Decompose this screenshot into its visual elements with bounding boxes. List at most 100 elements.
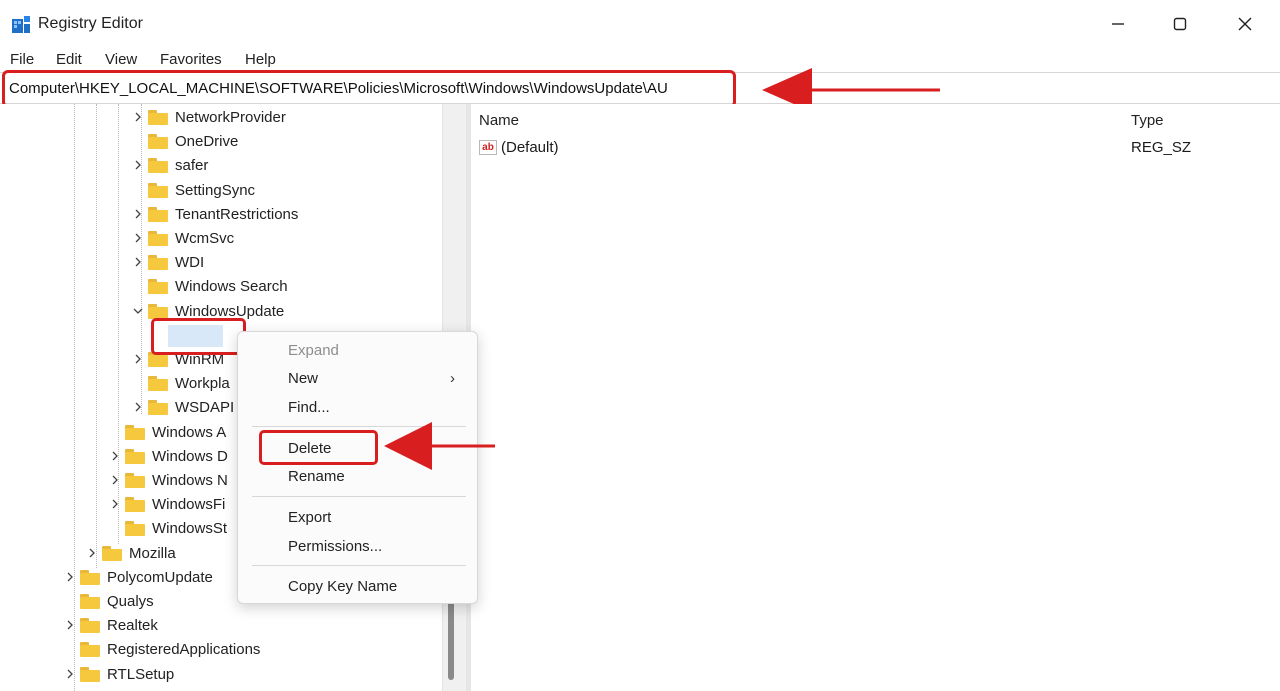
chevron-right-icon[interactable] [133, 112, 143, 122]
minimize-button[interactable] [1106, 12, 1130, 36]
au-key-highlight-annotation [151, 318, 246, 355]
tree-item-label: Mozilla [129, 544, 176, 562]
chevron-right-icon[interactable] [65, 620, 75, 630]
chevron-down-icon[interactable] [133, 306, 143, 316]
menu-item-new[interactable]: New [288, 370, 318, 387]
chevron-right-icon[interactable] [133, 402, 143, 412]
chevron-right-icon[interactable] [110, 499, 120, 509]
tree-item-windows-search[interactable]: Windows Search [148, 274, 288, 298]
tree-item-registeredapplications[interactable]: RegisteredApplications [80, 637, 260, 661]
folder-icon [148, 303, 168, 319]
folder-icon [80, 641, 100, 657]
delete-highlight-annotation [259, 430, 378, 465]
tree-item-label: Windows D [152, 447, 228, 465]
folder-icon [148, 109, 168, 125]
menu-item-find[interactable]: Find... [288, 399, 330, 416]
address-highlight-annotation [2, 70, 736, 108]
chevron-right-icon[interactable] [110, 475, 120, 485]
maximize-button[interactable] [1168, 12, 1192, 36]
tree-item-label: WindowsFi [152, 495, 226, 513]
menu-edit[interactable]: Edit [56, 51, 82, 68]
tree-item-label: OneDrive [175, 132, 239, 150]
folder-icon [148, 230, 168, 246]
tree-item-mozilla[interactable]: Mozilla [102, 541, 176, 565]
menu-separator [252, 565, 466, 566]
values-pane[interactable]: Name Type ab (Default) REG_SZ [471, 104, 1280, 691]
tree-item-safer[interactable]: safer [148, 153, 208, 177]
tree-scrollbar-thumb[interactable] [448, 600, 454, 680]
tree-item-polycomupdate[interactable]: PolycomUpdate [80, 565, 213, 589]
chevron-right-icon[interactable] [133, 233, 143, 243]
tree-item-wdi[interactable]: WDI [148, 250, 204, 274]
folder-icon [148, 133, 168, 149]
tree-item-label: WSDAPI [175, 398, 235, 416]
tree-item-workpla[interactable]: Workpla [148, 371, 230, 395]
tree-item-tenantrestrictions[interactable]: TenantRestrictions [148, 202, 298, 226]
value-row[interactable]: ab (Default) REG_SZ [479, 138, 1279, 160]
chevron-right-icon[interactable] [65, 669, 75, 679]
menu-item-export[interactable]: Export [288, 509, 331, 526]
maximize-icon [1173, 17, 1187, 31]
folder-icon [148, 278, 168, 294]
chevron-right-icon[interactable] [65, 572, 75, 582]
chevron-right-icon[interactable] [133, 354, 143, 364]
value-name: (Default) [501, 139, 559, 156]
folder-icon [80, 617, 100, 633]
tree-item-label: WDI [175, 253, 205, 271]
folder-icon [148, 399, 168, 415]
tree-item-wcmsvc[interactable]: WcmSvc [148, 226, 234, 250]
menu-favorites[interactable]: Favorites [160, 51, 222, 68]
tree-item-settingsync[interactable]: SettingSync [148, 178, 255, 202]
tree-item-wsdapi[interactable]: WSDAPI [148, 395, 234, 419]
tree-item-realtek[interactable]: Realtek [80, 613, 158, 637]
tree-item-onedrive[interactable]: OneDrive [148, 129, 238, 153]
menu-bar: File Edit View Favorites Help [0, 48, 1280, 70]
tree-guide-line [74, 104, 75, 691]
tree-item-windows-d[interactable]: Windows D [125, 444, 228, 468]
close-button[interactable] [1233, 12, 1257, 36]
tree-item-label: Windows N [152, 471, 228, 489]
tree-item-label: Workpla [175, 374, 230, 392]
chevron-right-icon[interactable] [133, 257, 143, 267]
folder-icon [125, 424, 145, 440]
tree-item-label: WcmSvc [175, 229, 235, 247]
close-icon [1238, 17, 1252, 31]
menu-item-permissions[interactable]: Permissions... [288, 538, 382, 555]
column-header-name[interactable]: Name [479, 112, 519, 129]
minimize-icon [1112, 23, 1124, 25]
tree-item-windows-n[interactable]: Windows N [125, 468, 228, 492]
tree-item-label: Qualys [107, 592, 154, 610]
folder-icon [148, 375, 168, 391]
tree-item-rtlsetup[interactable]: RTLSetup [80, 662, 174, 686]
tree-item-label: RTLSetup [107, 665, 175, 683]
chevron-right-icon[interactable] [133, 160, 143, 170]
menu-item-expand[interactable]: Expand [288, 342, 339, 359]
column-header-type[interactable]: Type [1131, 112, 1164, 129]
registry-editor-icon [12, 16, 30, 33]
menu-item-copy-key-name[interactable]: Copy Key Name [288, 578, 397, 595]
menu-item-rename[interactable]: Rename [288, 468, 345, 485]
chevron-right-icon[interactable] [110, 451, 120, 461]
tree-item-label: WindowsUpdate [175, 302, 285, 320]
folder-icon [80, 666, 100, 682]
menu-file[interactable]: File [10, 51, 34, 68]
menu-help[interactable]: Help [245, 51, 276, 68]
value-type: REG_SZ [1131, 139, 1192, 156]
title-bar: Registry Editor [0, 0, 1280, 48]
tree-item-windowsfi[interactable]: WindowsFi [125, 492, 225, 516]
folder-icon [80, 569, 100, 585]
tree-item-label: WindowsSt [152, 519, 228, 537]
tree-item-label: NetworkProvider [175, 108, 286, 126]
tree-item-label: Windows Search [175, 277, 288, 295]
chevron-right-icon[interactable] [133, 209, 143, 219]
tree-item-label: PolycomUpdate [107, 568, 213, 586]
window-title: Registry Editor [38, 15, 143, 32]
menu-view[interactable]: View [105, 51, 137, 68]
chevron-right-icon[interactable] [87, 548, 97, 558]
tree-item-windows-a[interactable]: Windows A [125, 420, 226, 444]
tree-item-label: SettingSync [175, 181, 256, 199]
tree-item-qualys[interactable]: Qualys [80, 589, 154, 613]
tree-item-networkprovider[interactable]: NetworkProvider [148, 105, 286, 129]
menu-separator [252, 496, 466, 497]
tree-item-windowsst[interactable]: WindowsSt [125, 516, 227, 540]
